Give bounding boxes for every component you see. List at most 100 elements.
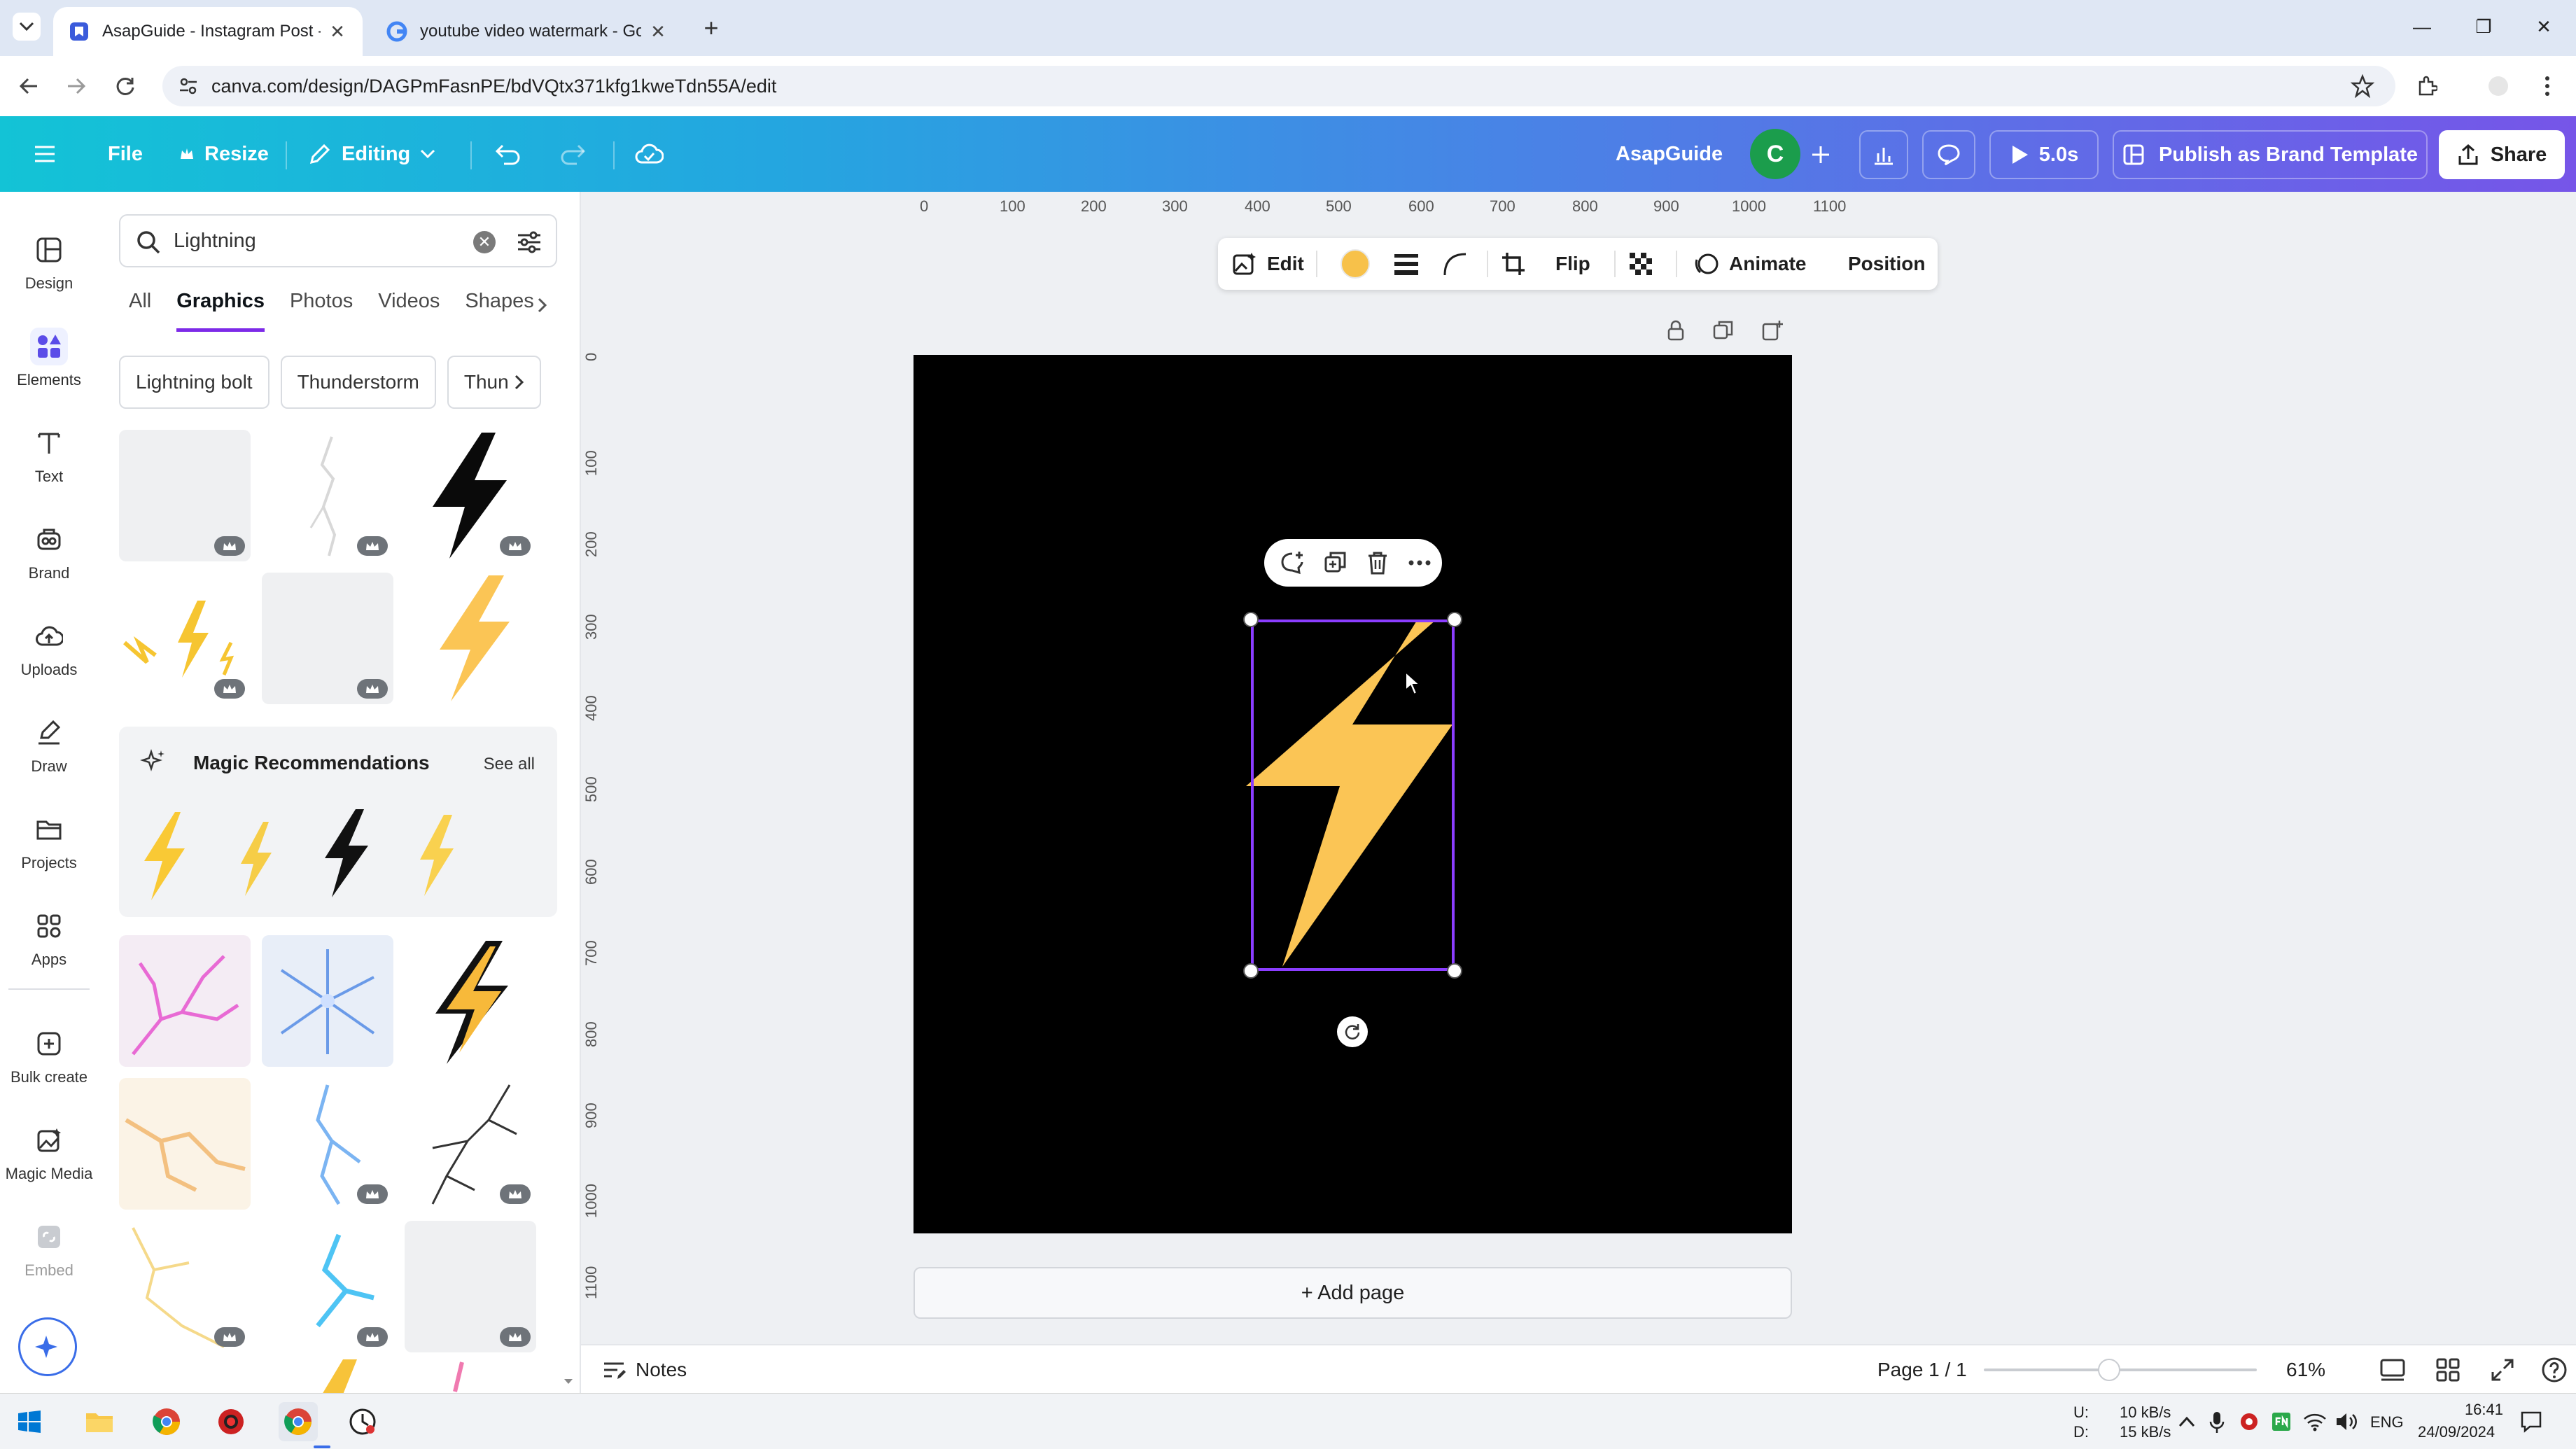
- graphic-yellow-bolts-set[interactable]: [119, 573, 251, 704]
- chip-thunder[interactable]: Thun: [447, 356, 541, 409]
- reco-yellow-bolt-3[interactable]: [413, 813, 462, 897]
- graphic-light-texture[interactable]: [262, 573, 393, 704]
- clock-date[interactable]: 24/09/2024: [2418, 1423, 2495, 1441]
- resize-handle-top-left[interactable]: [1243, 612, 1259, 627]
- graphic-black-bolt[interactable]: [405, 430, 536, 561]
- volume-icon[interactable]: [2335, 1411, 2358, 1432]
- tab-photos[interactable]: Photos: [290, 290, 353, 332]
- redo-button[interactable]: [559, 130, 596, 178]
- share-button[interactable]: Share: [2439, 130, 2565, 179]
- profile-button[interactable]: [2482, 70, 2514, 102]
- recorder-app[interactable]: [211, 1402, 251, 1441]
- rail-projects[interactable]: Projects: [0, 799, 98, 883]
- tab-videos[interactable]: Videos: [378, 290, 440, 332]
- comments-button[interactable]: [1922, 130, 1975, 179]
- reco-black-bolt[interactable]: [318, 808, 374, 899]
- magic-assistant-button[interactable]: [18, 1317, 77, 1376]
- rail-brand[interactable]: Brand: [0, 510, 98, 594]
- team-name-button[interactable]: AsapGuide: [1616, 130, 1723, 178]
- corner-rounding-button[interactable]: [1442, 238, 1467, 290]
- flip-button[interactable]: Flip: [1555, 238, 1590, 290]
- close-tab-icon[interactable]: ✕: [328, 21, 347, 42]
- undo-button[interactable]: [494, 130, 532, 178]
- rail-elements[interactable]: Elements: [0, 316, 98, 400]
- position-button[interactable]: Position: [1848, 238, 1925, 290]
- duplicate-page-icon[interactable]: [1712, 319, 1735, 342]
- editing-mode-dropdown[interactable]: Editing: [308, 130, 445, 178]
- clock-time[interactable]: 16:41: [2439, 1401, 2503, 1419]
- notifications-icon[interactable]: [2520, 1410, 2542, 1433]
- chip-thunderstorm[interactable]: Thunderstorm: [280, 356, 436, 409]
- edit-image-button[interactable]: Edit: [1232, 238, 1304, 290]
- start-button[interactable]: [10, 1402, 49, 1441]
- file-explorer-app[interactable]: [80, 1402, 119, 1441]
- graphic-partial-pink[interactable]: [448, 1359, 476, 1393]
- reco-yellow-bolt-2[interactable]: [231, 820, 280, 897]
- tab-search-button[interactable]: [13, 13, 41, 41]
- extensions-button[interactable]: [2411, 70, 2443, 102]
- resize-handle-top-right[interactable]: [1447, 612, 1462, 627]
- tab-graphics[interactable]: Graphics: [176, 290, 265, 332]
- microphone-icon[interactable]: [2209, 1410, 2225, 1434]
- reload-button[interactable]: [109, 70, 141, 102]
- page-indicator[interactable]: Page 1 / 1: [1877, 1345, 1967, 1394]
- chrome-app-active[interactable]: [279, 1402, 318, 1441]
- reco-yellow-bolt-1[interactable]: [136, 811, 192, 902]
- color-picker-button[interactable]: [1340, 238, 1371, 290]
- graphic-black-yellow-bolt[interactable]: [405, 935, 536, 1067]
- rotate-handle[interactable]: [1337, 1016, 1368, 1047]
- graphic-faint-lightning[interactable]: [405, 1221, 536, 1352]
- save-status-button[interactable]: [634, 130, 673, 178]
- file-menu-button[interactable]: File: [108, 130, 143, 178]
- graphic-black-crack-lightning[interactable]: [405, 1078, 536, 1210]
- resize-button[interactable]: Resize: [179, 130, 269, 178]
- lock-page-icon[interactable]: [1665, 319, 1687, 342]
- graphic-orange-lightning[interactable]: [119, 1078, 251, 1210]
- graphic-white-lightning[interactable]: [262, 430, 393, 561]
- grid-view-icon[interactable]: [2436, 1358, 2460, 1382]
- add-page-icon[interactable]: [1761, 319, 1784, 342]
- language-indicator[interactable]: ENG: [2370, 1413, 2404, 1432]
- animate-button[interactable]: Animate: [1694, 238, 1806, 290]
- search-input[interactable]: Lightning ✕: [119, 214, 557, 267]
- page-view-icon[interactable]: [2380, 1359, 2405, 1381]
- graphic-blue-lightning[interactable]: [262, 1078, 393, 1210]
- duplicate-icon[interactable]: [1323, 550, 1348, 575]
- rail-apps[interactable]: Apps: [0, 896, 98, 980]
- close-tab-icon[interactable]: ✕: [648, 21, 668, 42]
- crop-button[interactable]: [1501, 238, 1526, 290]
- minimize-button[interactable]: —: [2401, 11, 2443, 42]
- scroll-down-icon[interactable]: [563, 1378, 574, 1386]
- graphic-cloud-texture[interactable]: [119, 430, 251, 561]
- rail-embed[interactable]: Embed: [0, 1207, 98, 1291]
- border-style-button[interactable]: [1393, 238, 1420, 290]
- notes-button[interactable]: Notes: [602, 1345, 687, 1394]
- graphic-yellow-thin-lightning[interactable]: [119, 1221, 251, 1352]
- graphic-blue-burst[interactable]: [262, 935, 393, 1067]
- close-window-button[interactable]: ✕: [2523, 11, 2565, 42]
- more-horizontal-icon[interactable]: [1407, 550, 1432, 575]
- rail-draw[interactable]: Draw: [0, 703, 98, 787]
- forward-button[interactable]: [60, 70, 92, 102]
- resize-handle-bottom-right[interactable]: [1447, 963, 1462, 979]
- back-button[interactable]: [13, 70, 45, 102]
- tray-app-icon[interactable]: [2271, 1411, 2292, 1432]
- graphic-pink-lightning[interactable]: [119, 935, 251, 1067]
- invite-button[interactable]: [1799, 130, 1842, 179]
- rail-uploads[interactable]: Uploads: [0, 606, 98, 690]
- tab-asapguide[interactable]: AsapGuide - Instagram Post - C ✕: [53, 7, 363, 56]
- see-all-link[interactable]: See all: [484, 755, 535, 774]
- wifi-icon[interactable]: [2303, 1412, 2327, 1432]
- resize-handle-bottom-left[interactable]: [1243, 963, 1259, 979]
- chip-lightning-bolt[interactable]: Lightning bolt: [119, 356, 270, 409]
- tabs-scroll-right[interactable]: [532, 293, 553, 318]
- comment-add-icon[interactable]: [1280, 550, 1305, 575]
- zoom-slider-thumb[interactable]: [2098, 1359, 2121, 1381]
- browser-menu-button[interactable]: [2531, 70, 2563, 102]
- add-page-button[interactable]: + Add page: [913, 1267, 1792, 1319]
- present-button[interactable]: 5.0s: [1989, 130, 2099, 179]
- tab-shapes[interactable]: Shapes: [465, 290, 533, 332]
- main-menu-button[interactable]: [34, 130, 66, 178]
- graphic-yellow-bolt-selected[interactable]: [405, 573, 536, 704]
- transparency-button[interactable]: [1628, 238, 1653, 290]
